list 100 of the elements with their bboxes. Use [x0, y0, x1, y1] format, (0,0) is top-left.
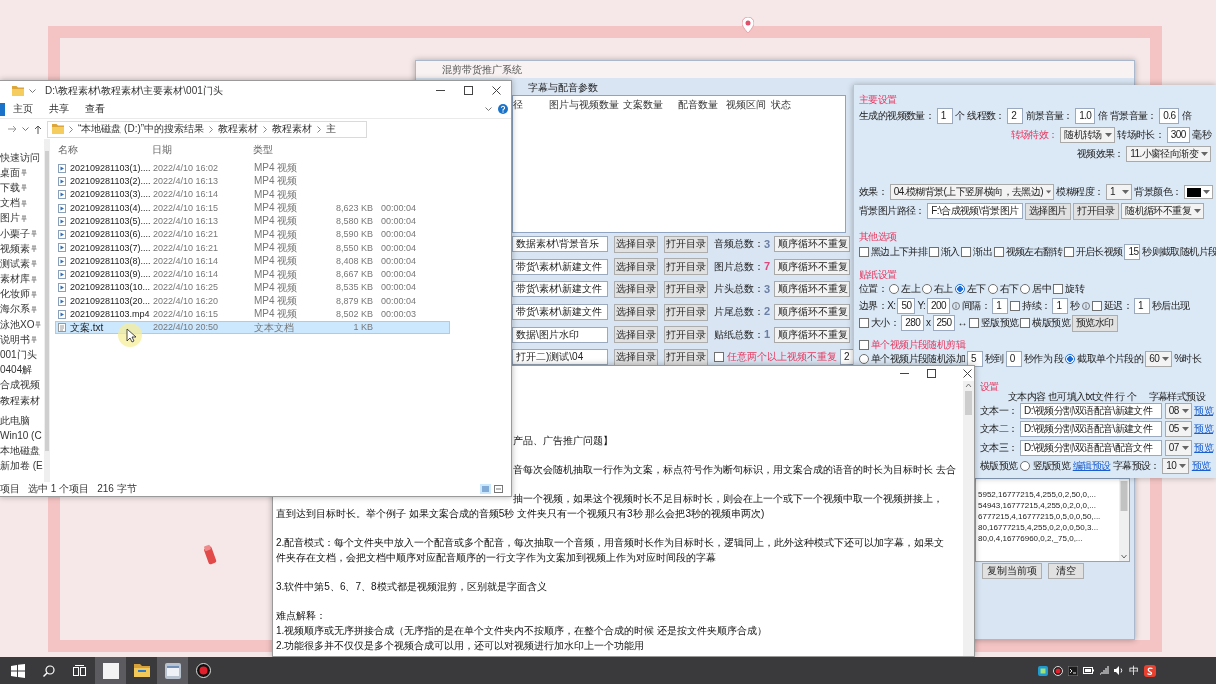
tiles-view-icon[interactable]: [493, 484, 504, 494]
nav-item[interactable]: 0404解: [0, 364, 33, 377]
checkbox[interactable]: [859, 318, 869, 328]
nav-item[interactable]: 素材库: [0, 273, 30, 286]
column-header[interactable]: 视频区间: [726, 98, 771, 111]
nav-item[interactable]: 说明书: [0, 333, 30, 346]
tab[interactable]: 查看: [85, 103, 105, 115]
radio-button[interactable]: [1020, 284, 1031, 294]
input-field[interactable]: 数据\图片水印: [512, 326, 608, 343]
checkbox[interactable]: [961, 247, 972, 257]
dropdown[interactable]: 随机转场: [1060, 126, 1115, 143]
input-field[interactable]: 数据素材\背景音乐: [512, 236, 608, 253]
file-row[interactable]: 202109281103(8).... 2022/4/10 16:14 MP4 视频 8,408 KB 00:00:04: [55, 254, 450, 268]
column-header[interactable]: 状态: [771, 98, 801, 111]
battery-icon[interactable]: [1083, 667, 1094, 674]
button[interactable]: 选择目录: [614, 303, 658, 321]
nav-item[interactable]: 本地磁盘: [0, 445, 40, 458]
checkbox[interactable]: [1063, 247, 1074, 257]
speaker-icon[interactable]: [1114, 666, 1124, 675]
checkbox[interactable]: [1010, 301, 1021, 311]
input-field[interactable]: 50: [897, 298, 916, 314]
checkbox[interactable]: [1020, 318, 1031, 328]
nav-item[interactable]: 001门头: [0, 349, 37, 362]
button[interactable]: 选择目录: [614, 348, 658, 366]
button[interactable]: 选择目录: [614, 258, 658, 276]
app-icon[interactable]: [1068, 665, 1078, 676]
color-picker[interactable]: [1184, 185, 1213, 199]
checkbox[interactable]: [859, 339, 869, 350]
taskbar-button[interactable]: [95, 657, 126, 684]
nav-item[interactable]: Win10 (C: [0, 429, 42, 442]
dropdown[interactable]: 随机循环不重复: [1121, 203, 1205, 219]
input-field[interactable]: 1: [936, 107, 953, 124]
button[interactable]: 选择目录: [614, 326, 658, 344]
input-field[interactable]: 0.6: [1159, 107, 1180, 124]
dropdown[interactable]: 60: [1145, 351, 1173, 367]
tab[interactable]: 主页: [13, 103, 33, 115]
breadcrumb-link[interactable]: 主: [326, 123, 337, 135]
list-item[interactable]: 80,16777215,4,255,0,2,0,0,50,3...: [978, 521, 1099, 533]
dropdown[interactable]: 顺序循环不重复: [774, 326, 850, 343]
checkbox[interactable]: [1091, 301, 1102, 311]
file-row[interactable]: 202109281103(2).... 2022/4/10 16:13 MP4 视频: [55, 174, 450, 189]
button[interactable]: 打开目录: [664, 303, 708, 321]
input-field[interactable]: 带货\素材\新建文件: [512, 304, 608, 321]
app-icon[interactable]: [1038, 665, 1048, 676]
close-icon[interactable]: [492, 86, 501, 95]
input-field[interactable]: 带货\素材\新建文件: [512, 281, 608, 298]
nav-item[interactable]: 新加卷 (E: [0, 460, 43, 473]
radio-button[interactable]: [1020, 461, 1031, 472]
checkbox[interactable]: [968, 318, 979, 328]
chevron-down-icon[interactable]: [22, 127, 29, 131]
nav-item[interactable]: 泳池XO: [0, 318, 35, 331]
breadcrumb-link[interactable]: 教程素材: [218, 123, 259, 135]
nav-item[interactable]: 小栗子: [0, 227, 30, 240]
input-field[interactable]: 15: [1124, 244, 1141, 260]
column-header[interactable]: 名称: [55, 143, 152, 156]
file-row[interactable]: 202109281103(9).... 2022/4/10 16:14 MP4 视频 8,667 KB 00:00:04: [55, 267, 450, 282]
checkbox[interactable]: [993, 247, 1004, 257]
forward-arrow-icon[interactable]: [8, 125, 17, 133]
dropdown[interactable]: 顺序循环不重复: [774, 281, 850, 298]
dropdown[interactable]: 顺序循环不重复: [774, 236, 850, 253]
checkbox[interactable]: [1053, 284, 1064, 294]
radio-button[interactable]: [1065, 354, 1076, 364]
nav-item[interactable]: 测试素: [0, 257, 30, 270]
link[interactable]: 预览: [1191, 460, 1211, 473]
button[interactable]: 打开目录: [664, 258, 708, 276]
input-field[interactable]: 1.0: [1075, 107, 1096, 124]
input-field[interactable]: 1: [1052, 298, 1069, 314]
list-item[interactable]: 5952,16777215,4,255,0,2,50,0,...: [978, 488, 1096, 500]
button[interactable]: 选择目录: [614, 235, 658, 253]
button[interactable]: 预览水印: [1072, 314, 1118, 332]
list-item[interactable]: 6777215,4,16777215,0,5,0,0,50,...: [978, 510, 1101, 522]
file-row[interactable]: 文案.txt 2022/4/10 20:50 文本文档 1 KB: [55, 321, 450, 335]
link[interactable]: 预览: [1194, 423, 1213, 436]
nav-item[interactable]: 此电脑: [0, 414, 30, 427]
input-method-indicator[interactable]: 中: [1129, 664, 1139, 677]
input-field[interactable]: D:\视频分割\双语配音\新建文件: [1020, 402, 1163, 419]
dropdown[interactable]: 11.小窗径向渐变: [1126, 145, 1211, 162]
nav-item[interactable]: 文档: [0, 197, 20, 210]
column-header[interactable]: 图片与视频数量: [549, 98, 623, 111]
nav-item[interactable]: 合成视频: [0, 379, 40, 392]
nav-item[interactable]: 下载: [0, 181, 20, 194]
file-row[interactable]: 202109281103(3).... 2022/4/10 16:14 MP4 视频: [55, 188, 450, 202]
link[interactable]: 预览: [1194, 441, 1213, 454]
dropdown[interactable]: 1: [1106, 184, 1132, 200]
tab[interactable]: 字幕与配音参数: [525, 80, 601, 95]
file-row[interactable]: 202109281103(6).... 2022/4/10 16:21 MP4 视频 8,590 KB 00:00:04: [55, 228, 450, 242]
breadcrumb-link[interactable]: 教程素材: [272, 123, 313, 135]
nav-item[interactable]: 化妆师: [0, 288, 30, 301]
file-row[interactable]: 202109281103(7).... 2022/4/10 16:21 MP4 视频 8,550 KB 00:00:04: [55, 241, 450, 255]
breadcrumb-link[interactable]: “本地磁盘 (D:)”中的搜索结果: [78, 123, 205, 135]
tab[interactable]: 共享: [49, 103, 69, 115]
input-field[interactable]: D:\视频分割\双语配音\新建文件: [1020, 421, 1163, 438]
nav-item[interactable]: 快速访问: [0, 151, 40, 164]
help-icon[interactable]: [498, 104, 508, 114]
column-header[interactable]: 日期: [152, 143, 253, 156]
input-field[interactable]: 打开二)测试\04: [512, 349, 608, 366]
checkbox[interactable]: [929, 247, 939, 257]
input-field[interactable]: 0: [1005, 351, 1022, 367]
input-field[interactable]: 300: [1166, 126, 1190, 143]
link[interactable]: 编辑预设: [1072, 460, 1111, 473]
